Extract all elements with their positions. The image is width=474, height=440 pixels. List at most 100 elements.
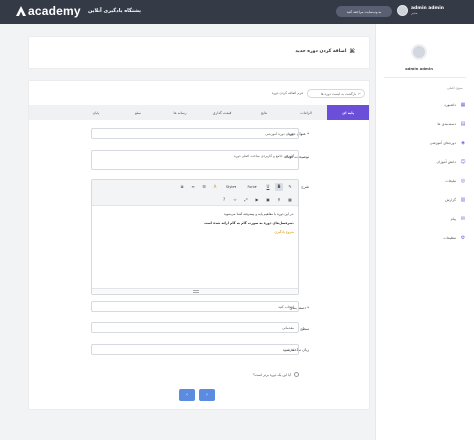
page-title-text: اضافه کردن دوره جدید (295, 49, 347, 54)
editor-line: سرفصل‌های دوره به صورت گام به گام ارائه … (204, 221, 294, 225)
tab-basic[interactable]: پایه ای (327, 105, 369, 120)
button-label: ‹ (186, 392, 188, 398)
help-icon[interactable]: ? (220, 196, 228, 204)
editor-line: شروع یادگیری (274, 230, 294, 234)
short-description-textarea[interactable]: آموزش جامع و کاربردی مباحث اصلی دوره (91, 150, 299, 170)
tab-finish[interactable]: پایان (75, 105, 117, 120)
page-title: اضافه کردن دوره جدید ⌘ (295, 48, 355, 55)
ads-icon: ◎ (460, 177, 466, 184)
tab-label: نتایج (260, 110, 268, 115)
select-value: انتخاب کنید (278, 304, 294, 309)
tab-label: رسانه ها (173, 110, 187, 115)
logo-text: academy (28, 4, 81, 18)
video-icon[interactable]: ▶ (253, 196, 261, 204)
message-icon: ✉ (460, 215, 466, 222)
tab-requirements[interactable]: الزامات (285, 105, 327, 120)
report-icon: ▥ (460, 196, 466, 203)
style-dropdown[interactable]: Style ▾ (222, 183, 240, 191)
sidebar-item-courses[interactable]: دوره‌های آموزشی ◈ (396, 138, 466, 147)
logo-icon (16, 6, 26, 16)
category-select[interactable]: انتخاب کنید (91, 301, 299, 312)
text-color-button[interactable]: A (211, 183, 219, 191)
sidebar-item-categories[interactable]: دسته‌بندی ها ▤ (396, 119, 466, 128)
sidebar-item-label: پیام (450, 216, 456, 221)
font-dropdown[interactable]: Font ▾ (243, 183, 261, 191)
language-select[interactable]: فارسی (91, 344, 299, 355)
sidebar-item-report[interactable]: گزارش ▥ (396, 195, 466, 204)
sidebar-item-label: دسته‌بندی ها (437, 121, 456, 126)
image-icon[interactable]: ▣ (264, 196, 272, 204)
tab-label: پایه ای (341, 110, 354, 115)
profile-avatar (411, 44, 427, 60)
dropdown-label: Font (247, 184, 255, 189)
magic-wand-icon[interactable]: ✎ (286, 183, 294, 191)
sidebar-divider (384, 77, 466, 78)
input-value: آموزش جامع و کاربردی مباحث اصلی دوره (233, 154, 294, 158)
tab-label: پایان (92, 110, 100, 115)
sidebar-item-message[interactable]: پیام ✉ (396, 214, 466, 223)
level-label: سطح (300, 326, 309, 331)
form-title: فرم اضافه کردن دوره (271, 91, 303, 95)
sidebar-section-title: منوی اصلی (447, 86, 463, 90)
ordered-list-icon[interactable]: ≡ (189, 183, 197, 191)
tab-label: قیمت گذاری (212, 110, 232, 115)
course-form-card: فرم اضافه کردن دوره بازگشت به لیست دوره … (28, 80, 370, 410)
category-icon: ▤ (460, 120, 466, 127)
settings-icon: ⚙ (460, 234, 466, 241)
sidebar-item-students[interactable]: دانش آموزان ☺ (396, 157, 466, 166)
form-header: فرم اضافه کردن دوره بازگشت به لیست دوره … (29, 89, 369, 99)
sidebar-item-label: دوره‌های آموزشی (429, 140, 456, 145)
level-select[interactable]: مقدماتی (91, 322, 299, 333)
sidebar-item-settings[interactable]: تنظیمات ⚙ (396, 233, 466, 242)
editor-content[interactable]: در این دوره با مفاهیم پایه و پیشرفته آشن… (98, 210, 294, 237)
tab-pricing[interactable]: قیمت گذاری (201, 105, 243, 120)
editor-resize-bar[interactable] (92, 288, 298, 294)
fullscreen-icon[interactable]: ⤢ (242, 196, 250, 204)
dropdown-label: Style (225, 184, 235, 189)
editor-line: در این دوره با مفاهیم پایه و پیشرفته آشن… (223, 212, 294, 216)
tab-seo[interactable]: سئو (117, 105, 159, 120)
site-title: پشتگاه یادگیری آنلاین (88, 8, 141, 14)
logo[interactable]: academy (16, 4, 81, 18)
bold-button[interactable]: B (275, 182, 283, 191)
course-title-input[interactable]: عنوان دوره آموزشی (91, 128, 299, 139)
description-label: شرح (301, 184, 309, 189)
top-course-checkbox[interactable] (294, 372, 299, 377)
select-value: مقدماتی (282, 325, 294, 330)
arrow-left-icon: ← (358, 91, 361, 96)
top-course-option[interactable]: آیا این یک دوره برتر است؟ (253, 372, 299, 377)
tab-media[interactable]: رسانه ها (159, 105, 201, 120)
sidebar-item-label: دانش آموزان (436, 159, 456, 164)
table-icon[interactable]: ▦ (286, 196, 294, 204)
code-view-icon[interactable]: ‹› (231, 196, 239, 204)
description-editor[interactable]: ✎ B U Font ▾ Style ▾ A ☰ ≡ ≣ ▦ ⚲ ▣ ▶ ⤢ ‹› … (91, 179, 299, 295)
resize-grip-icon (193, 290, 199, 293)
unordered-list-icon[interactable]: ☰ (200, 183, 208, 191)
tab-label: الزامات (300, 110, 312, 115)
form-tabs: پایه ای الزامات نتایج قیمت گذاری رسانه ه… (29, 105, 369, 120)
button-label: › (206, 392, 208, 398)
profile-name: admin admin (405, 66, 433, 71)
sidebar-item-dashboard[interactable]: داشبورد ▦ (396, 100, 466, 109)
tab-outcomes[interactable]: نتایج (243, 105, 285, 120)
link-icon[interactable]: ⚲ (275, 196, 283, 204)
toolbar-row: ▦ ⚲ ▣ ▶ ⤢ ‹› ? (92, 193, 298, 206)
sidebar-item-label: تبلیغات (445, 178, 456, 183)
visit-website-button[interactable]: به وب‌سایت مراجعه کنید (336, 6, 392, 17)
page-header-card: اضافه کردن دوره جدید ⌘ (28, 36, 370, 69)
sidebar-item-label: تنظیمات (443, 235, 456, 240)
editor-toolbar: ✎ B U Font ▾ Style ▾ A ☰ ≡ ≣ ▦ ⚲ ▣ ▶ ⤢ ‹› … (92, 180, 298, 206)
align-icon[interactable]: ≣ (178, 183, 186, 191)
user-menu[interactable]: admin admin مدیر (397, 5, 444, 16)
tab-label: سئو (135, 110, 141, 115)
previous-button[interactable]: ‹ (179, 389, 195, 401)
next-button[interactable]: › (199, 389, 215, 401)
students-icon: ☺ (460, 158, 466, 165)
sidebar-item-ads[interactable]: تبلیغات ◎ (396, 176, 466, 185)
input-value: عنوان دوره آموزشی (265, 131, 294, 136)
checkbox-label: آیا این یک دوره برتر است؟ (253, 372, 291, 377)
sidebar-item-label: داشبورد (444, 102, 456, 107)
underline-button[interactable]: U (264, 183, 272, 191)
back-to-courses-button[interactable]: بازگشت به لیست دوره ها ← (307, 89, 365, 98)
top-navbar: academy پشتگاه یادگیری آنلاین به وب‌سایت… (0, 0, 474, 24)
